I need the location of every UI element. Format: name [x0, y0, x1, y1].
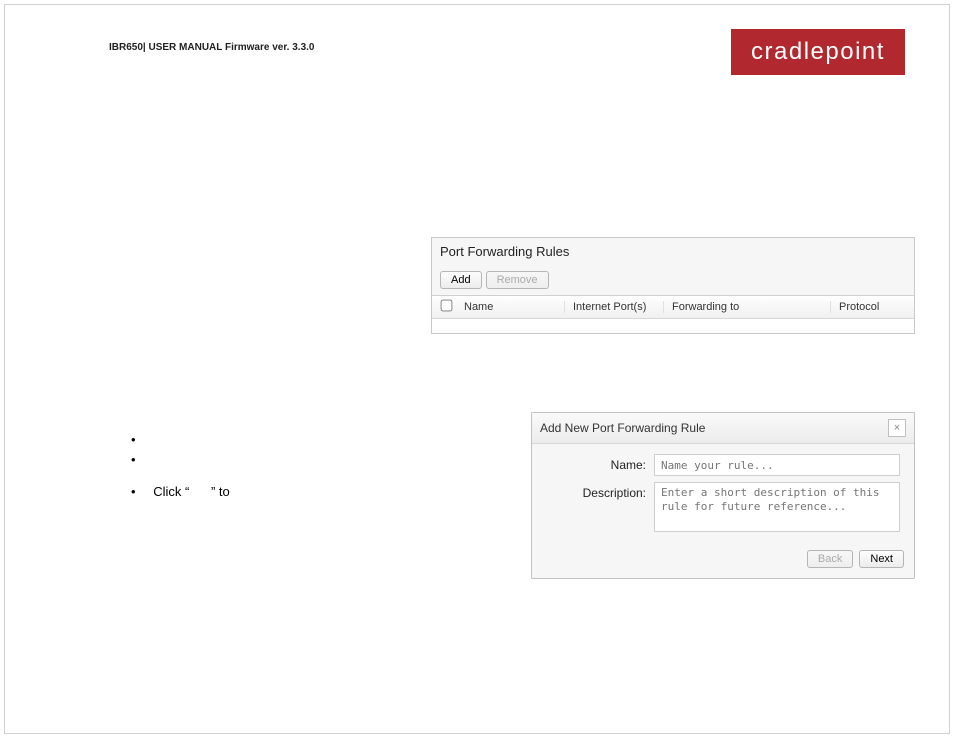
bullet-step-prefix: Click “ — [153, 484, 189, 499]
remove-button[interactable]: Remove — [486, 271, 549, 289]
page-frame: IBR650| USER MANUAL Firmware ver. 3.3.0 … — [4, 4, 950, 734]
form-row-name: Name: — [546, 454, 900, 476]
back-button[interactable]: Back — [807, 550, 853, 568]
name-label: Name: — [546, 454, 654, 476]
add-button[interactable]: Add — [440, 271, 482, 289]
modal-titlebar: Add New Port Forwarding Rule × — [532, 413, 914, 444]
table-header-row: Name Internet Port(s) Forwarding to Prot… — [432, 296, 914, 319]
bullet-step-suffix: ” to — [211, 484, 230, 499]
column-forwarding-to: Forwarding to — [664, 301, 831, 313]
port-forwarding-rules-panel: Port Forwarding Rules Add Remove Name In… — [431, 237, 915, 334]
column-name: Name — [460, 301, 565, 313]
bullet-item-3: Click “ ” to — [131, 482, 230, 502]
document-header: IBR650| USER MANUAL Firmware ver. 3.3.0 — [109, 42, 314, 53]
bullet-item-2 — [131, 450, 230, 470]
description-label: Description: — [546, 482, 654, 532]
column-internet-ports: Internet Port(s) — [565, 301, 664, 313]
panel-title: Port Forwarding Rules — [432, 238, 914, 267]
modal-title: Add New Port Forwarding Rule — [540, 421, 888, 435]
instruction-bullets: Click “ ” to — [131, 430, 230, 502]
column-protocol: Protocol — [831, 301, 906, 313]
table-empty-row — [432, 319, 914, 333]
form-row-description: Description: — [546, 482, 900, 532]
select-all-checkbox-input[interactable] — [441, 300, 453, 312]
close-icon[interactable]: × — [888, 419, 906, 437]
modal-button-bar: Back Next — [532, 542, 914, 578]
name-input[interactable] — [654, 454, 900, 476]
bullet-item-1 — [131, 430, 230, 450]
brand-logo: cradlepoint — [731, 29, 905, 75]
rules-table: Name Internet Port(s) Forwarding to Prot… — [432, 295, 914, 333]
description-input[interactable] — [654, 482, 900, 532]
add-rule-modal: Add New Port Forwarding Rule × Name: Des… — [531, 412, 915, 579]
panel-toolbar: Add Remove — [432, 267, 914, 295]
modal-body: Name: Description: — [532, 444, 914, 542]
next-button[interactable]: Next — [859, 550, 904, 568]
select-all-checkbox[interactable] — [440, 299, 460, 315]
